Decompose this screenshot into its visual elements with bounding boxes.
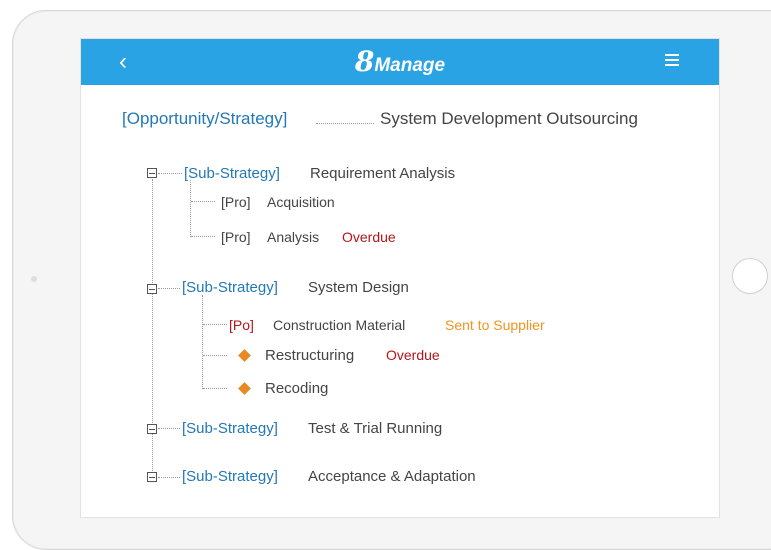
item-name[interactable]: Analysis [267, 229, 319, 245]
app-logo: 8Manage [81, 45, 719, 78]
substrategy-tag[interactable]: [Sub-Strategy] [182, 279, 278, 296]
status-badge: Overdue [342, 229, 396, 245]
menu-button[interactable] [665, 54, 679, 66]
substrategy-name[interactable]: Test & Trial Running [308, 420, 442, 437]
connector-line [316, 123, 374, 124]
collapse-toggle-icon[interactable] [147, 424, 157, 434]
connector-line [203, 324, 227, 325]
item-tag: [Pro] [221, 194, 251, 210]
branch-line [202, 295, 203, 389]
camera-dot [31, 276, 37, 282]
item-name[interactable]: Construction Material [273, 317, 405, 333]
branch-line [190, 180, 191, 237]
item-name[interactable]: Recoding [265, 380, 328, 397]
connector-line [158, 288, 180, 289]
home-button[interactable] [732, 258, 768, 294]
hamburger-menu-icon-bar [665, 64, 679, 66]
top-bar: ‹ 8Manage [81, 39, 719, 85]
logo-word: Manage [374, 55, 446, 76]
substrategy-tag[interactable]: [Sub-Strategy] [182, 468, 278, 485]
status-badge: Overdue [386, 347, 440, 363]
collapse-toggle-icon[interactable] [147, 284, 157, 294]
status-badge: Sent to Supplier [445, 317, 545, 333]
connector-line [158, 477, 180, 478]
connector-line [203, 355, 227, 356]
opportunity-tag[interactable]: [Opportunity/Strategy] [122, 109, 287, 129]
opportunity-name[interactable]: System Development Outsourcing [380, 109, 638, 129]
substrategy-name[interactable]: Acceptance & Adaptation [308, 468, 476, 485]
substrategy-name[interactable]: Requirement Analysis [310, 165, 455, 182]
substrategy-tag[interactable]: [Sub-Strategy] [184, 165, 280, 182]
item-tag: [Po] [229, 317, 254, 333]
substrategy-name[interactable]: System Design [308, 279, 409, 296]
substrategy-tag[interactable]: [Sub-Strategy] [182, 420, 278, 437]
item-name[interactable]: Restructuring [265, 347, 354, 364]
connector-line [158, 428, 180, 429]
item-tag: [Pro] [221, 229, 251, 245]
item-name[interactable]: Acquisition [267, 194, 335, 210]
logo-number: 8 [354, 45, 375, 78]
connector-line [203, 388, 227, 389]
collapse-toggle-icon[interactable] [147, 168, 157, 178]
hamburger-menu-icon-bar [665, 59, 679, 61]
collapse-toggle-icon[interactable] [147, 472, 157, 482]
connector-line [158, 173, 182, 174]
hamburger-menu-icon [665, 54, 679, 56]
connector-line [191, 236, 215, 237]
connector-line [191, 201, 215, 202]
